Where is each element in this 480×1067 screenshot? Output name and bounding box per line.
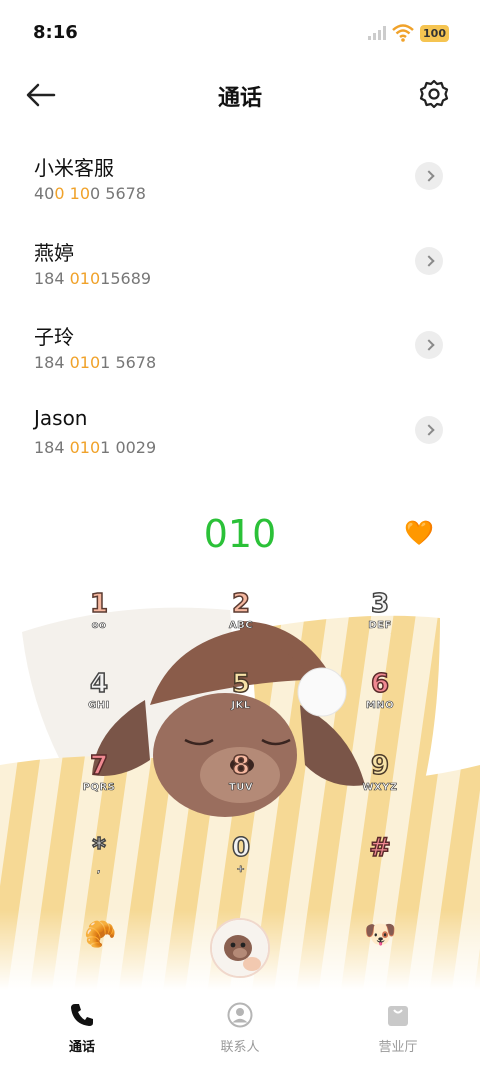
contact-detail-button[interactable] — [415, 416, 443, 444]
heart-icon[interactable]: 🧡 — [404, 519, 434, 547]
key-9[interactable]: 9 WXYZ — [325, 750, 435, 820]
bag-icon — [388, 1006, 408, 1026]
key-8[interactable]: 8 TUV — [186, 750, 296, 820]
app-header: 通话 — [0, 66, 480, 126]
key-7[interactable]: 7 PQRS — [44, 750, 154, 820]
contact-number: 184 0101 0029 — [34, 438, 157, 457]
contact-name: 燕婷 — [34, 241, 74, 265]
contact-name: Jason — [34, 406, 88, 430]
battery-indicator: 100 — [420, 25, 449, 42]
gear-icon[interactable] — [418, 78, 450, 110]
contact-item[interactable]: Jason 184 0101 0029 — [0, 406, 480, 486]
tab-contacts[interactable]: 联系人 — [180, 1002, 300, 1055]
key-4[interactable]: 4 GHI — [44, 668, 154, 738]
key-5[interactable]: 5 JKL — [186, 668, 296, 738]
contact-detail-button[interactable] — [415, 331, 443, 359]
bottom-navigation: 通话 联系人 营业厅 — [0, 990, 480, 1067]
contact-icon — [227, 1002, 253, 1028]
key-1[interactable]: 1 oo — [44, 588, 154, 658]
key-0[interactable]: 0 + — [186, 832, 296, 902]
key-6[interactable]: 6 MNO — [325, 668, 435, 738]
call-button[interactable] — [210, 918, 270, 978]
contact-number: 400 100 5678 — [34, 184, 146, 203]
status-time: 8:16 — [33, 22, 78, 43]
key-2[interactable]: 2 ABC — [186, 588, 296, 658]
tab-service-hall[interactable]: 营业厅 — [338, 1002, 458, 1055]
contact-number: 184 0101 5678 — [34, 353, 157, 372]
contact-number: 184 01015689 — [34, 269, 152, 288]
phone-icon — [71, 1004, 93, 1026]
page-title: 通话 — [217, 86, 262, 111]
contact-name: 子玲 — [34, 325, 74, 349]
dog-icon[interactable]: 🐶 — [364, 920, 396, 950]
status-bar: 8:16 100 — [0, 0, 480, 66]
contact-detail-button[interactable] — [415, 247, 443, 275]
tab-calls[interactable]: 通话 — [22, 1002, 142, 1055]
key-hash[interactable]: # — [325, 832, 435, 902]
contact-item[interactable]: 小米客服 400 100 5678 — [0, 152, 480, 232]
key-star[interactable]: * , — [44, 832, 154, 902]
wifi-icon — [392, 24, 414, 42]
contact-name: 小米客服 — [34, 156, 114, 180]
contact-item[interactable]: 燕婷 184 01015689 — [0, 237, 480, 317]
contact-item[interactable]: 子玲 184 0101 5678 — [0, 321, 480, 401]
key-3[interactable]: 3 DEF — [325, 588, 435, 658]
contact-detail-button[interactable] — [415, 162, 443, 190]
croissant-icon[interactable]: 🥐 — [84, 920, 116, 950]
signal-icon — [368, 26, 386, 40]
